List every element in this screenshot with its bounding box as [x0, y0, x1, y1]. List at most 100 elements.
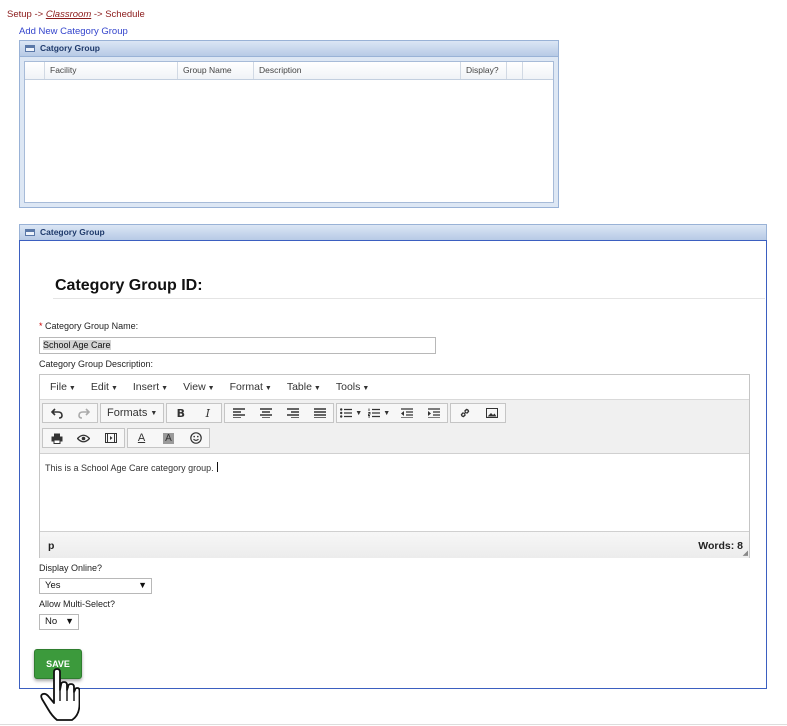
menu-format[interactable]: Format ▼ — [224, 381, 278, 393]
align-left-button[interactable] — [225, 404, 252, 422]
undo-icon — [50, 407, 63, 419]
menu-format-label: Format — [229, 381, 263, 393]
chevron-down-icon: ▼ — [150, 409, 158, 417]
preview-button[interactable] — [70, 429, 97, 447]
grid-panel: Facility Group Name Description Display? — [19, 56, 559, 208]
menu-table[interactable]: Table ▼ — [281, 381, 327, 393]
insert-media-button[interactable] — [97, 429, 124, 447]
outdent-icon — [400, 408, 413, 418]
group-name-value: School Age Care — [43, 340, 111, 350]
indent-icon — [427, 408, 440, 418]
insert-group — [450, 403, 507, 423]
menu-edit-label: Edit — [90, 381, 109, 393]
breadcrumb: Setup -> Classroom -> Schedule — [7, 9, 145, 20]
italic-button[interactable]: I — [194, 404, 221, 422]
group-description-label: Category Group Description: — [39, 359, 154, 369]
chevron-down-icon: ▼ — [355, 409, 363, 417]
align-right-button[interactable] — [279, 404, 306, 422]
align-center-button[interactable] — [252, 404, 279, 422]
form-heading: Category Group ID: — [55, 277, 203, 294]
text-cursor — [216, 462, 218, 472]
word-count: Words: 8 — [698, 540, 743, 552]
editor-content-area[interactable]: This is a School Age Care category group… — [40, 454, 749, 531]
multi-select-value: No — [45, 616, 58, 627]
breadcrumb-classroom-link[interactable]: Classroom — [46, 9, 91, 20]
breadcrumb-schedule: -> Schedule — [93, 9, 145, 20]
emoticons-button[interactable] — [182, 429, 209, 447]
insert-link-button[interactable] — [451, 404, 478, 422]
menu-tools-label: Tools — [335, 381, 361, 393]
indent-button[interactable] — [420, 404, 447, 422]
text-style-group: B I — [166, 403, 223, 423]
dropdown-arrow-icon: ▼ — [65, 616, 74, 626]
menu-view[interactable]: View ▼ — [177, 381, 221, 393]
print-preview-group — [42, 428, 125, 448]
grid-column-description[interactable]: Description — [254, 62, 461, 79]
chevron-down-icon: ▼ — [313, 385, 321, 392]
formats-dropdown[interactable]: Formats ▼ — [101, 404, 163, 422]
numbered-list-icon — [368, 408, 381, 418]
grid-column-display[interactable]: Display? — [461, 62, 507, 79]
menu-tools[interactable]: Tools ▼ — [330, 381, 375, 393]
bullet-list-button[interactable]: ▼ — [337, 404, 365, 422]
bullet-list-icon — [340, 408, 353, 418]
formats-label: Formats — [107, 407, 148, 419]
grid-column-select — [25, 62, 45, 79]
print-icon — [51, 433, 62, 444]
toolbar-row-2: A A — [42, 428, 212, 448]
display-online-label: Display Online? — [39, 563, 103, 573]
image-icon — [485, 408, 498, 418]
menu-file[interactable]: File ▼ — [44, 381, 82, 393]
redo-icon — [77, 407, 90, 419]
grid-column-group-name[interactable]: Group Name — [178, 62, 254, 79]
print-button[interactable] — [43, 429, 70, 447]
undo-button[interactable] — [43, 404, 70, 422]
editor-menubar: File ▼ Edit ▼ Insert ▼ View ▼ Format ▼ Table ▼… — [40, 375, 749, 400]
multi-select-select[interactable]: No ▼ — [39, 614, 79, 630]
redo-button[interactable] — [70, 404, 97, 422]
align-left-icon — [232, 408, 245, 418]
required-marker: * — [39, 321, 43, 331]
grid-column-extra — [507, 62, 523, 79]
group-name-input[interactable]: School Age Care — [39, 337, 436, 354]
align-justify-button[interactable] — [306, 404, 333, 422]
media-icon — [104, 433, 117, 443]
chevron-down-icon: ▼ — [207, 385, 215, 392]
bold-icon: B — [176, 406, 185, 420]
menu-file-label: File — [50, 381, 67, 393]
chevron-down-icon: ▼ — [68, 385, 76, 392]
background-color-button[interactable]: A — [155, 429, 182, 447]
page-bottom-divider — [0, 724, 787, 725]
alignment-group — [224, 403, 335, 423]
chevron-down-icon: ▼ — [110, 385, 118, 392]
element-path[interactable]: p — [48, 540, 54, 552]
grid-header-row: Facility Group Name Description Display? — [25, 62, 553, 80]
heading-divider — [53, 298, 765, 299]
align-justify-icon — [313, 408, 326, 418]
menu-edit[interactable]: Edit ▼ — [85, 381, 124, 393]
numbered-list-button[interactable]: ▼ — [365, 404, 393, 422]
bold-button[interactable]: B — [167, 404, 194, 422]
list-group: ▼ ▼ — [336, 403, 449, 423]
menu-insert[interactable]: Insert ▼ — [127, 381, 174, 393]
chevron-down-icon: ▼ — [161, 385, 169, 392]
grid-column-facility[interactable]: Facility — [45, 62, 178, 79]
menu-view-label: View — [183, 381, 206, 393]
link-icon — [460, 408, 469, 418]
resize-handle-icon[interactable]: ◢ — [743, 549, 748, 557]
display-online-select[interactable]: Yes ▼ — [39, 578, 152, 594]
add-category-group-link[interactable]: Add New Category Group — [19, 26, 128, 37]
outdent-button[interactable] — [393, 404, 420, 422]
window-icon — [25, 45, 35, 52]
insert-image-button[interactable] — [478, 404, 505, 422]
align-right-icon — [286, 408, 299, 418]
text-color-button[interactable]: A — [128, 429, 155, 447]
menu-insert-label: Insert — [132, 381, 160, 393]
chevron-down-icon: ▼ — [383, 409, 391, 417]
group-name-label-text: Category Group Name: — [45, 321, 139, 331]
breadcrumb-setup: Setup -> — [7, 9, 44, 20]
color-group: A A — [127, 428, 210, 448]
group-name-label: * Category Group Name: — [39, 321, 138, 331]
multi-select-label: Allow Multi-Select? — [39, 599, 116, 609]
rich-text-editor: File ▼ Edit ▼ Insert ▼ View ▼ Format ▼ Table ▼… — [39, 374, 750, 558]
